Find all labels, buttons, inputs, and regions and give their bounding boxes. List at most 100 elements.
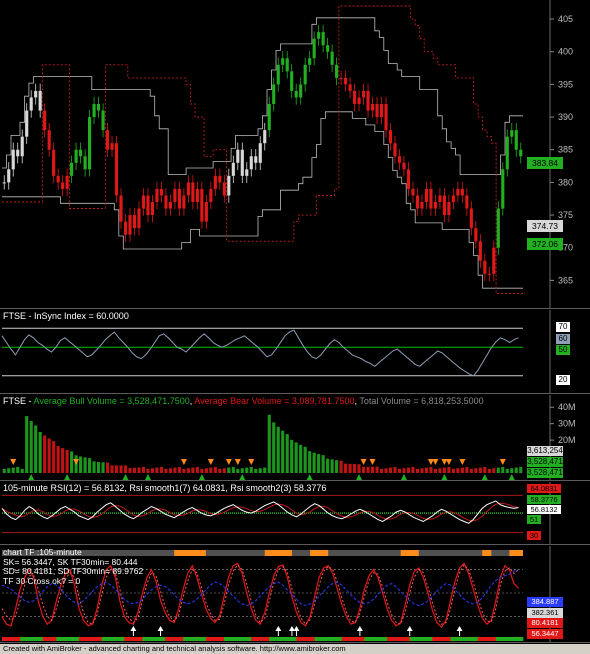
volume-bar — [155, 467, 159, 473]
volume-bar — [137, 467, 141, 473]
insync-chart[interactable] — [0, 310, 590, 394]
tf-overbought-block — [174, 550, 206, 556]
tf-bottom-strip-cell — [187, 637, 193, 641]
volume-bar — [299, 444, 303, 473]
volume-bar — [276, 426, 280, 473]
tf-bottom-strip-cell — [450, 637, 456, 641]
candle-body — [222, 182, 226, 196]
volume-bar — [52, 441, 56, 473]
price-chart[interactable]: 365370375380385390395400405 — [0, 0, 590, 309]
volume-bar — [321, 455, 325, 473]
tf-bottom-strip-cell — [101, 637, 107, 641]
volume-bar — [16, 466, 20, 473]
volume-bar — [105, 462, 110, 473]
volume-bar — [204, 468, 208, 473]
tf-bottom-strip-cell — [142, 637, 148, 641]
tf-bottom-strip-cell — [427, 637, 433, 641]
tf-overbought-block — [400, 550, 419, 556]
stoch-pane[interactable]: chart TF :105-minute SK= 56.3447, SK TF3… — [0, 546, 590, 643]
candle-body — [348, 84, 352, 91]
tf-bottom-strip-cell — [414, 637, 420, 641]
tf-bottom-strip-cell — [192, 637, 198, 641]
candle-body — [182, 195, 186, 209]
candle-body — [141, 195, 146, 209]
candle-body — [254, 156, 258, 163]
volume-bar — [191, 467, 195, 473]
candle-body — [267, 104, 271, 131]
sell-marker-icon — [360, 459, 367, 465]
volume-bar — [303, 446, 307, 473]
candle-body — [25, 110, 29, 137]
tf-bottom-strip-cell — [65, 637, 71, 641]
volume-bar — [159, 466, 164, 473]
insync-pane[interactable]: FTSE - InSync Index = 60.0000 70 60 50 2… — [0, 310, 590, 394]
candle-body — [47, 130, 51, 150]
tf-bottom-strip-cell — [124, 637, 130, 641]
buy-marker-icon — [306, 474, 313, 480]
candle-body — [308, 58, 312, 65]
tf-bottom-strip-cell — [364, 637, 370, 641]
volume-bar — [478, 467, 482, 473]
candle-body — [123, 221, 128, 235]
y-tick-label: 375 — [558, 210, 573, 220]
badge-insync-value: 60 — [556, 334, 570, 344]
volume-bar — [7, 468, 11, 473]
tf-bottom-strip-cell — [495, 637, 501, 641]
tf-bottom-strip-cell — [205, 637, 211, 641]
volume-bar — [308, 451, 312, 473]
volume-bar — [393, 466, 397, 473]
candle-body — [186, 182, 190, 196]
volume-bar — [505, 468, 509, 473]
tf-bottom-strip-cell — [296, 637, 302, 641]
candle-body — [137, 208, 141, 229]
volume-bar — [451, 468, 455, 473]
candle-body — [397, 156, 402, 163]
candle-body — [335, 64, 339, 78]
candle-body — [326, 45, 330, 52]
tf-bottom-strip-cell — [359, 637, 365, 641]
tf-bottom-strip-cell — [373, 637, 379, 641]
tf-bottom-strip-cell — [20, 637, 25, 641]
volume-bar — [433, 468, 437, 473]
badge-rsi-51: 51 — [527, 515, 541, 524]
tf-bottom-strip-cell — [332, 637, 338, 641]
volume-pane[interactable]: 40M 30M 20M FTSE - Average Bull Volume = 3… — [0, 395, 590, 481]
tf-bottom-strip-cell — [128, 637, 134, 641]
volume-bar — [38, 432, 42, 473]
candle-body — [361, 90, 366, 98]
volume-bar — [92, 461, 96, 473]
volume-bar — [25, 416, 29, 473]
stoch-title-block: chart TF :105-minute SK= 56.3447, SK TF3… — [3, 547, 143, 586]
price-pane[interactable]: 365 370 375 380 385 390 395 400 405 383.84 374.7… — [0, 0, 590, 309]
sell-marker-icon — [499, 459, 506, 465]
tf-bottom-strip-cell — [459, 637, 465, 641]
candle-body — [263, 130, 267, 144]
badge-rsi-top: 64.0831 — [527, 484, 561, 493]
tf-bottom-strip-cell — [387, 637, 392, 641]
candle-body — [92, 104, 96, 118]
insync-line — [1, 329, 519, 377]
badge-rsi-white: 56.8132 — [527, 505, 561, 514]
candle-body — [52, 149, 56, 176]
volume-bar — [361, 466, 366, 473]
tf-bottom-strip-cell — [382, 637, 388, 641]
volume-chart[interactable]: 40M 30M 20M — [0, 395, 590, 481]
tf-bottom-strip-cell — [97, 637, 102, 641]
volume-bar — [56, 446, 60, 473]
tf-bottom-strip-cell — [269, 637, 275, 641]
sell-marker-icon — [225, 459, 232, 465]
candle-body — [339, 77, 343, 79]
rsi-line — [1, 500, 519, 524]
rsi-pane[interactable]: 105-minute RSI(12) = 56.8132, Rsi smooth… — [0, 482, 590, 545]
tf-bottom-strip-cell — [337, 637, 343, 641]
badge-insync-upper: 70 — [556, 322, 570, 332]
cross-up-arrow-icon — [157, 626, 164, 631]
cross-up-arrow-icon — [275, 626, 282, 631]
volume-bar — [195, 466, 199, 473]
candle-body — [218, 175, 222, 183]
volume-bar — [101, 462, 105, 473]
buy-marker-icon — [28, 474, 35, 480]
candle-body — [483, 260, 487, 274]
candle-body — [168, 202, 172, 209]
candle-body — [447, 202, 451, 216]
